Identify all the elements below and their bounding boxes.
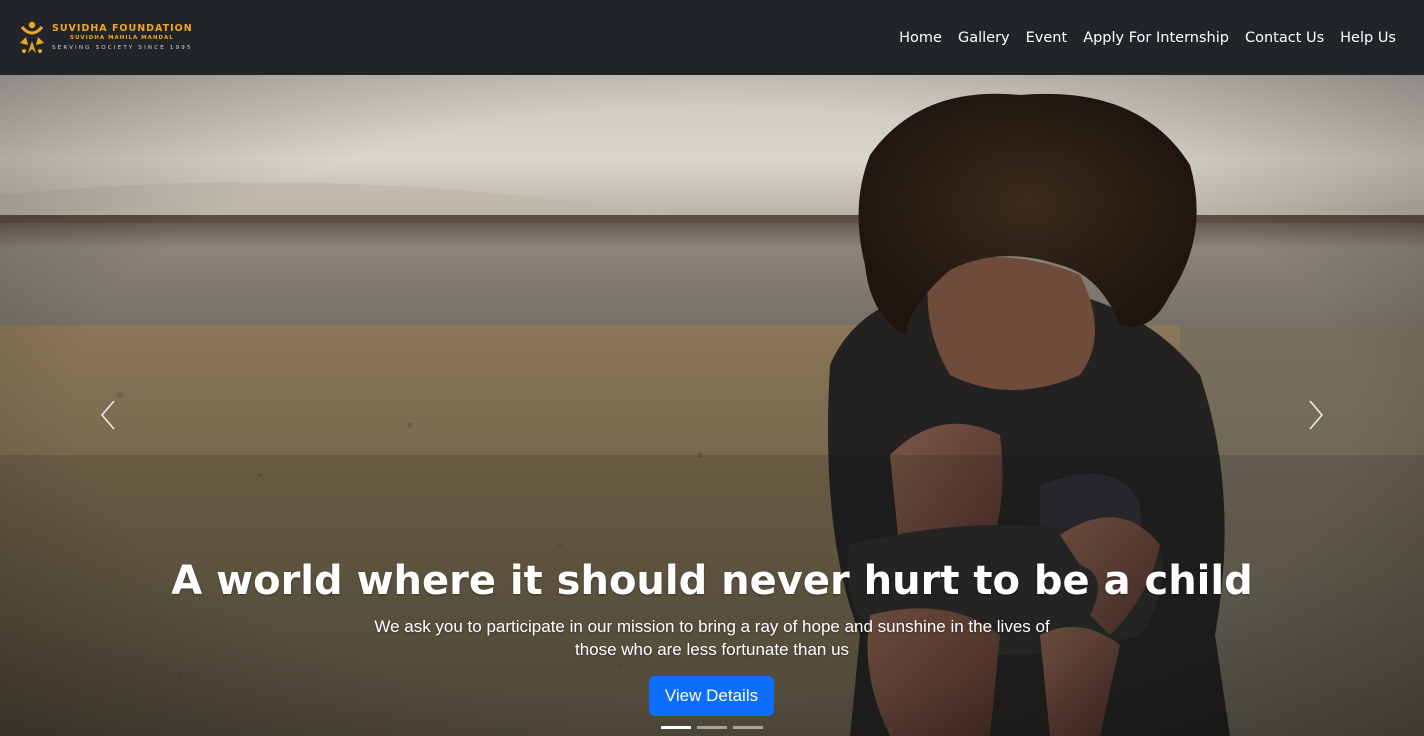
brand-name: SUVIDHA FOUNDATION — [52, 22, 193, 34]
nav-event[interactable]: Event — [1018, 22, 1076, 54]
carousel-prev-button[interactable] — [78, 375, 138, 455]
logo-emblem-icon — [16, 19, 48, 57]
brand-logo[interactable]: SUVIDHA FOUNDATION SUVIDHA MAHILA MANDAL… — [16, 16, 193, 60]
hero-title: A world where it should never hurt to be… — [171, 558, 1253, 604]
view-details-button[interactable]: View Details — [649, 676, 774, 716]
carousel-indicator-2[interactable] — [697, 726, 727, 729]
brand-subtitle: SUVIDHA MAHILA MANDAL — [70, 35, 174, 42]
hero-carousel: A world where it should never hurt to be… — [0, 75, 1424, 736]
brand-text: SUVIDHA FOUNDATION SUVIDHA MAHILA MANDAL… — [52, 24, 193, 52]
chevron-left-icon — [100, 400, 115, 430]
nav-help-us[interactable]: Help Us — [1332, 22, 1404, 54]
nav-contact-us[interactable]: Contact Us — [1237, 22, 1332, 54]
nav-links: Home Gallery Event Apply For Internship … — [891, 22, 1404, 54]
carousel-indicator-3[interactable] — [733, 726, 763, 729]
nav-gallery[interactable]: Gallery — [950, 22, 1018, 54]
nav-apply-internship[interactable]: Apply For Internship — [1075, 22, 1237, 54]
nav-home[interactable]: Home — [891, 22, 950, 54]
carousel-indicators — [661, 726, 763, 729]
chevron-right-icon — [1309, 400, 1324, 430]
carousel-next-button[interactable] — [1286, 375, 1346, 455]
hero-description: We ask you to participate in our mission… — [374, 617, 1050, 659]
brand-tagline: SERVING SOCIETY SINCE 1995 — [52, 44, 193, 51]
carousel-indicator-1[interactable] — [661, 726, 691, 729]
navbar: SUVIDHA FOUNDATION SUVIDHA MAHILA MANDAL… — [0, 0, 1424, 75]
